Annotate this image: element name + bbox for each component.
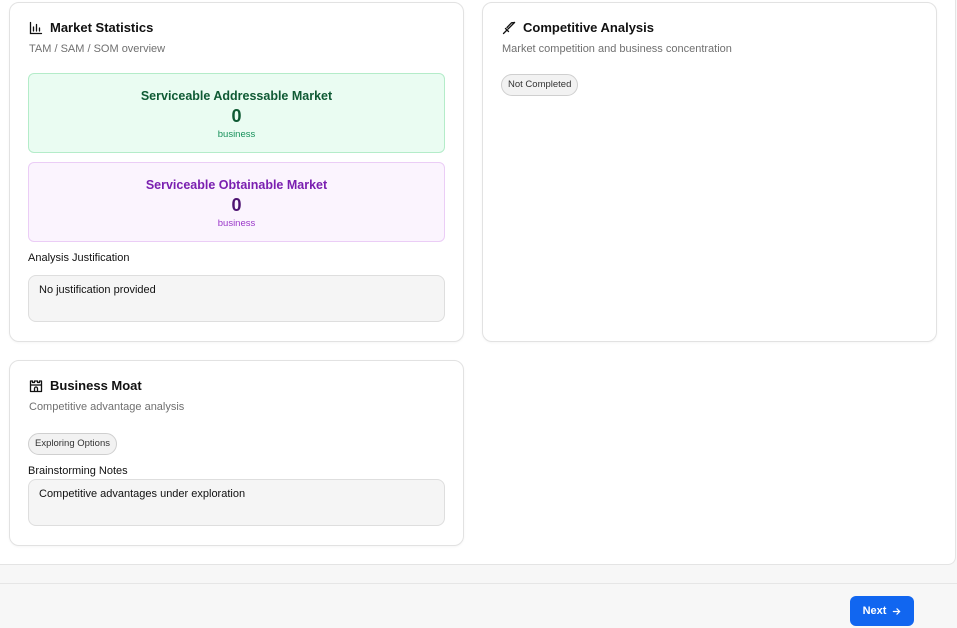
- business-moat-status-badge: Exploring Options: [28, 433, 117, 455]
- business-moat-subtitle: Competitive advantage analysis: [29, 401, 185, 413]
- bar-chart-icon: [29, 21, 43, 35]
- brainstorming-notes-label: Brainstorming Notes: [28, 465, 128, 477]
- sword-icon: [502, 21, 516, 35]
- som-label: Serviceable Obtainable Market: [145, 178, 328, 192]
- next-button-label: Next: [862, 605, 887, 617]
- market-statistics-subtitle: TAM / SAM / SOM overview: [29, 43, 166, 55]
- justification-text: No justification provided: [28, 275, 445, 322]
- sam-unit: business: [217, 129, 256, 140]
- competitive-analysis-subtitle: Market competition and business concentr…: [502, 43, 732, 55]
- business-moat-card: Business Moat Competitive advantage anal…: [9, 360, 464, 546]
- main-panel: Market Statistics TAM / SAM / SOM overvi…: [0, 0, 956, 565]
- next-button[interactable]: Next: [850, 596, 914, 626]
- castle-icon: [29, 379, 43, 393]
- som-metric-box: Serviceable Obtainable Market 0 business: [28, 162, 445, 242]
- som-unit: business: [217, 218, 256, 229]
- arrow-right-icon: [892, 607, 901, 616]
- competitive-analysis-title: Competitive Analysis: [523, 20, 655, 35]
- sam-metric-box: Serviceable Addressable Market 0 busines…: [28, 73, 445, 153]
- business-moat-title: Business Moat: [50, 378, 142, 393]
- sam-value: 0: [231, 106, 242, 126]
- market-statistics-card: Market Statistics TAM / SAM / SOM overvi…: [9, 2, 464, 342]
- market-statistics-title: Market Statistics: [50, 20, 154, 35]
- justification-label: Analysis Justification: [28, 252, 130, 264]
- competitive-analysis-card: Competitive Analysis Market competition …: [482, 2, 937, 342]
- market-statistics-header: Market Statistics: [29, 20, 153, 35]
- competitive-analysis-status-badge: Not Completed: [501, 74, 579, 96]
- brainstorming-notes-text: Competitive advantages under exploration: [28, 479, 445, 526]
- business-moat-header: Business Moat: [29, 378, 142, 393]
- competitive-analysis-header: Competitive Analysis: [502, 20, 654, 35]
- sam-label: Serviceable Addressable Market: [140, 89, 333, 103]
- som-value: 0: [231, 195, 242, 215]
- footer-divider: [0, 583, 957, 584]
